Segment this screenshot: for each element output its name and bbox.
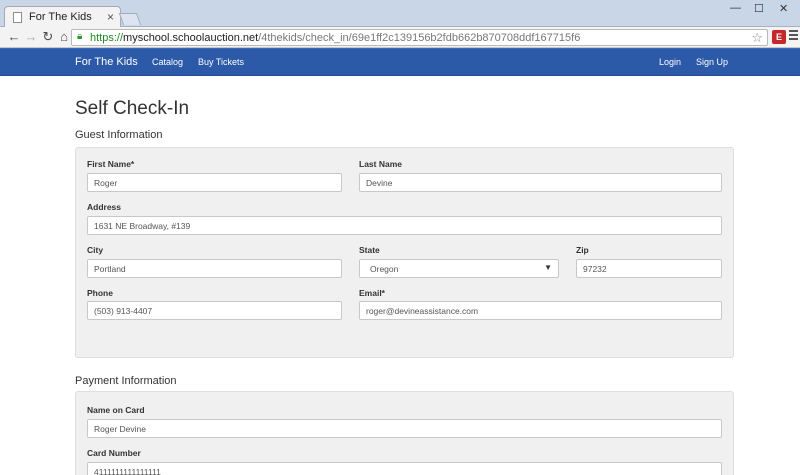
- brand-link[interactable]: For The Kids: [75, 56, 138, 68]
- name-on-card-label: Name on Card: [87, 405, 145, 415]
- guest-info-panel: First Name* Roger Last Name Devine Addre…: [75, 147, 734, 358]
- forward-arrow-icon[interactable]: →: [23, 29, 39, 45]
- page-content: Self Check-In Guest Information First Na…: [0, 76, 800, 475]
- address-label: Address: [87, 202, 122, 212]
- back-arrow-icon[interactable]: ←: [6, 29, 22, 45]
- last-name-field[interactable]: Devine: [359, 173, 722, 192]
- browser-menu-icon[interactable]: [789, 30, 798, 43]
- card-number-field[interactable]: 4111111111111111: [87, 462, 722, 475]
- zip-label: Zip: [576, 245, 589, 255]
- zip-field[interactable]: 97232: [576, 259, 722, 278]
- url-path: /4thekids/check_in/69e1ff2c139156b2fdb66…: [258, 32, 581, 44]
- address-field[interactable]: 1631 NE Broadway, #139: [87, 216, 722, 235]
- minimize-button[interactable]: —: [730, 2, 741, 14]
- page-title: Self Check-In: [75, 98, 190, 119]
- state-label: State: [359, 245, 380, 255]
- last-name-label: Last Name: [359, 159, 402, 169]
- browser-toolbar: ← → ↻ ⌂ 🔒︎ https://myschool.schoolauctio…: [0, 27, 800, 48]
- tab-close-icon[interactable]: ×: [107, 10, 114, 24]
- card-number-label: Card Number: [87, 448, 141, 458]
- phone-label: Phone: [87, 288, 113, 298]
- guest-section-heading: Guest Information: [75, 129, 163, 141]
- browser-tab[interactable]: For The Kids ×: [4, 6, 121, 28]
- lock-icon: 🔒︎: [77, 31, 83, 42]
- email-field[interactable]: roger@devineassistance.com: [359, 301, 722, 320]
- app-navbar: For The Kids Catalog Buy Tickets Login S…: [0, 48, 800, 76]
- address-bar[interactable]: 🔒︎ https://myschool.schoolauction.net/4t…: [71, 29, 768, 46]
- state-select[interactable]: Oregon ▼: [359, 259, 559, 278]
- nav-login[interactable]: Login: [659, 57, 681, 67]
- email-label: Email*: [359, 288, 385, 298]
- payment-info-panel: Name on Card Roger Devine Card Number 41…: [75, 391, 734, 475]
- nav-signup[interactable]: Sign Up: [696, 57, 728, 67]
- city-field[interactable]: Portland: [87, 259, 342, 278]
- tab-title: For The Kids: [29, 11, 92, 23]
- first-name-field[interactable]: Roger: [87, 173, 342, 192]
- page-icon: [13, 12, 22, 23]
- chevron-down-icon: ▼: [544, 263, 552, 272]
- state-selected-value: Oregon: [370, 264, 399, 274]
- home-icon[interactable]: ⌂: [56, 29, 72, 45]
- new-tab-button[interactable]: [118, 13, 142, 25]
- phone-field[interactable]: (503) 913-4407: [87, 301, 342, 320]
- browser-tabstrip: For The Kids × — ☐ ✕: [0, 0, 800, 28]
- nav-buy-tickets[interactable]: Buy Tickets: [198, 57, 244, 67]
- reload-icon[interactable]: ↻: [40, 29, 56, 45]
- city-label: City: [87, 245, 104, 255]
- close-window-button[interactable]: ✕: [779, 2, 788, 15]
- url-text: https://myschool.schoolauction.net/4thek…: [90, 32, 580, 44]
- url-host: myschool.schoolauction.net: [123, 32, 259, 44]
- url-scheme: https://: [90, 32, 124, 44]
- maximize-button[interactable]: ☐: [754, 2, 764, 15]
- first-name-label: First Name*: [87, 159, 135, 169]
- payment-section-heading: Payment Information: [75, 375, 177, 387]
- bookmark-star-icon[interactable]: ☆: [751, 30, 763, 46]
- extension-icon[interactable]: E: [772, 30, 786, 44]
- nav-catalog[interactable]: Catalog: [152, 57, 183, 67]
- name-on-card-field[interactable]: Roger Devine: [87, 419, 722, 438]
